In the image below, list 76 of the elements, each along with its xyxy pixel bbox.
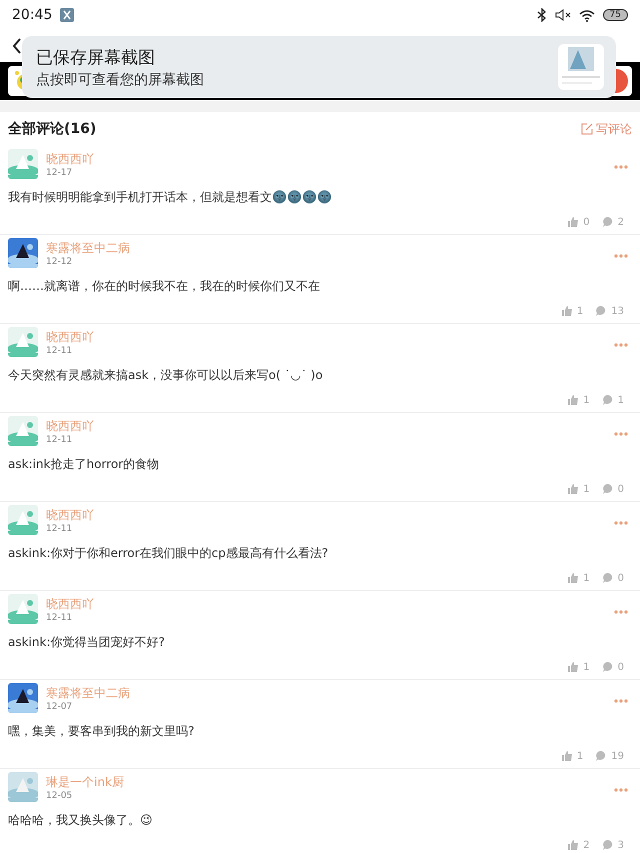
comment-text: 我有时候明明能拿到手机打开话本，但就是想看文🌚🌚🌚🌚	[8, 189, 332, 206]
thumbs-up-icon[interactable]	[560, 305, 573, 317]
comment-text: 哈哈哈，我又换头像了。😉	[8, 812, 153, 829]
comment-text: askink:你对于你和error在我们眼中的cp感最高有什么看法?	[8, 545, 328, 562]
more-icon	[614, 610, 628, 614]
comment-date: 12-05	[46, 790, 74, 800]
comment-date: 12-07	[46, 702, 74, 712]
thumbs-up-icon[interactable]	[567, 483, 580, 495]
muted-speaker-icon	[554, 8, 571, 22]
reply-count: 3	[618, 840, 624, 850]
reply-count: 0	[618, 484, 624, 494]
thumbs-up-icon[interactable]	[567, 216, 580, 228]
notification-title: 已保存屏幕截图	[36, 46, 156, 68]
comment-icon[interactable]	[595, 750, 608, 762]
comment-date: 12-11	[46, 524, 74, 534]
screenshot-notification[interactable]: 已保存屏幕截图 点按即可查看您的屏幕截图	[22, 36, 616, 98]
like-count: 2	[583, 840, 590, 850]
comment-author[interactable]: 晓西西吖	[46, 506, 602, 524]
like-count: 1	[583, 662, 590, 672]
comment-author[interactable]: 晓西西吖	[46, 150, 602, 168]
more-icon	[614, 254, 628, 258]
like-count: 1	[576, 306, 584, 316]
comment-text: 啊……就离谱，你在的时候我不在，我在的时候你们又不在	[8, 278, 320, 295]
comment-date: 12-11	[46, 434, 74, 444]
comment-author[interactable]: 琳是一个ink厨	[46, 774, 602, 790]
comments-title: 全部评论(16)	[8, 120, 96, 138]
reply-count: 1	[618, 394, 624, 406]
comment-icon[interactable]	[602, 661, 614, 673]
thumbs-up-icon[interactable]	[567, 572, 580, 584]
comment-text: askink:你觉得当团宠好不好?	[8, 634, 165, 651]
comment-date: 12-12	[46, 256, 74, 266]
comment-date: 12-11	[46, 346, 74, 356]
thumbs-up-icon[interactable]	[560, 750, 573, 762]
like-count: 1	[576, 750, 584, 762]
comment-text: ask:ink抢走了horror的食物	[8, 456, 160, 473]
more-icon	[614, 521, 628, 525]
comment-author[interactable]: 晓西西吖	[46, 596, 602, 612]
reply-count: 0	[618, 572, 624, 584]
comment-date: 12-17	[46, 168, 74, 178]
reply-count: 13	[611, 306, 624, 316]
more-icon	[614, 432, 628, 436]
reply-count: 2	[618, 216, 624, 228]
more-icon	[614, 788, 628, 792]
comment-author[interactable]: 晓西西吖	[46, 328, 602, 346]
comment-author[interactable]: 寒露将至中二病	[46, 684, 602, 702]
comment-author[interactable]: 寒露将至中二病	[46, 240, 602, 256]
comment-icon[interactable]	[602, 839, 614, 851]
reply-count: 0	[618, 662, 624, 672]
thumbs-up-icon[interactable]	[567, 661, 580, 673]
bluetooth-icon	[536, 8, 547, 22]
status-time: 20:45	[12, 7, 52, 23]
reply-count: 19	[611, 750, 624, 762]
comment-icon[interactable]	[602, 572, 614, 584]
wifi-icon	[578, 8, 595, 22]
more-icon	[614, 343, 628, 347]
more-icon	[614, 699, 628, 703]
back-icon[interactable]	[12, 38, 22, 54]
like-count: 1	[583, 394, 590, 406]
comment-icon[interactable]	[602, 216, 614, 228]
comment-icon[interactable]	[595, 305, 608, 317]
more-icon	[614, 165, 628, 169]
comment-icon[interactable]	[602, 394, 614, 406]
battery-level: 75	[602, 9, 628, 21]
like-count: 1	[583, 484, 590, 494]
comment-text: 今天突然有灵感就来搞ask，没事你可以以后来写o( ˙◡˙ )o	[8, 367, 323, 384]
write-comment-button[interactable]: 写评论	[581, 120, 632, 138]
thumbs-up-icon[interactable]	[567, 394, 580, 406]
comment-author[interactable]: 晓西西吖	[46, 418, 602, 434]
comment-date: 12-11	[46, 612, 74, 622]
like-count: 0	[583, 216, 590, 228]
notification-subtitle: 点按即可查看您的屏幕截图	[36, 70, 205, 88]
comment-icon[interactable]	[602, 483, 614, 495]
like-count: 1	[583, 572, 590, 584]
edit-icon	[581, 123, 593, 135]
thumbs-up-icon[interactable]	[567, 839, 580, 851]
comment-text: 嘿，集美，要客串到我的新文里吗?	[8, 723, 194, 740]
